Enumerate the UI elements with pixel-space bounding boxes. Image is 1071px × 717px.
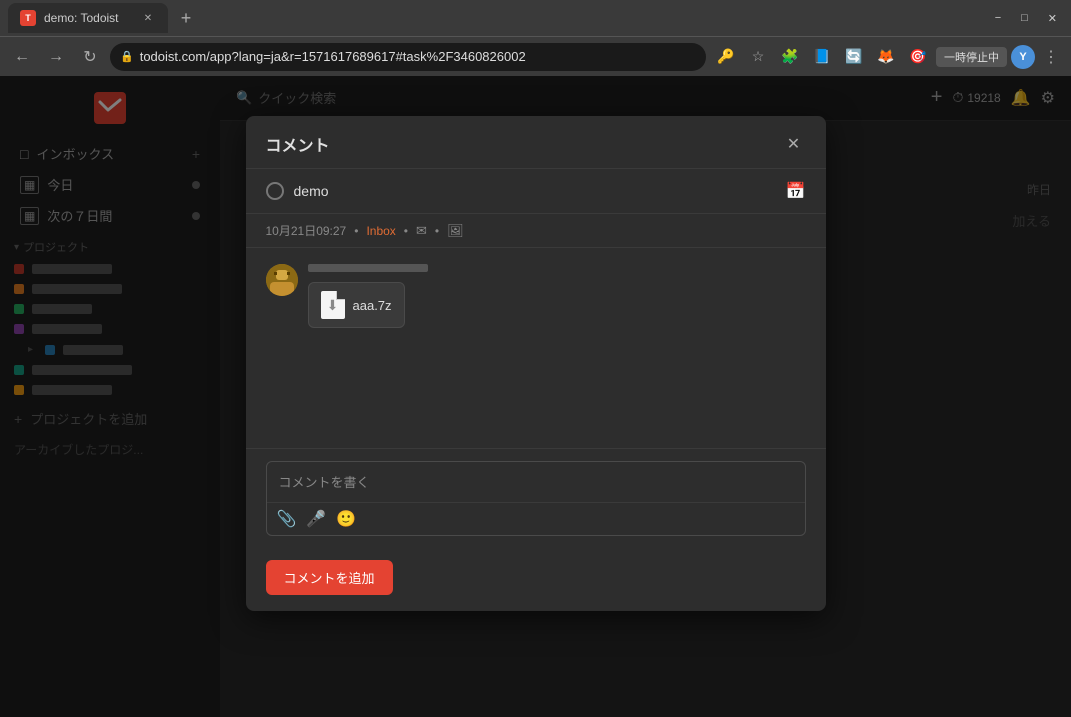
task-calendar-icon[interactable]: 📅	[786, 181, 806, 201]
lock-icon: 🔒	[120, 50, 134, 63]
file-attachment[interactable]: ⬇ aaa.7z	[308, 282, 405, 328]
meta-email-icon[interactable]: ✉	[416, 223, 427, 239]
meta-separator-1: •	[354, 224, 358, 238]
extension-icon-5[interactable]: 🎯	[904, 43, 932, 71]
window-minimize-button[interactable]: −	[989, 10, 1007, 26]
comment-input-toolbar: 📎 🎤 🙂	[267, 502, 805, 535]
modal-title: コメント	[266, 132, 330, 156]
comment-placeholder: コメントを書く	[279, 475, 370, 490]
extension-icon-4[interactable]: 🦊	[872, 43, 900, 71]
username-blur	[308, 264, 428, 272]
comment-avatar	[266, 264, 298, 296]
modal-task-section: demo 📅	[246, 169, 826, 214]
back-button[interactable]: ←	[8, 43, 36, 71]
browser-titlebar: T demo: Todoist ✕ + − □ ✕	[0, 0, 1071, 36]
extension-icon-3[interactable]: 🔄	[840, 43, 868, 71]
meta-separator-3: •	[435, 224, 439, 238]
profile-avatar[interactable]: Y	[1011, 45, 1035, 69]
comment-body: ⬇ aaa.7z	[308, 264, 806, 328]
pause-badge: 一時停止中	[936, 47, 1007, 67]
window-close-button[interactable]: ✕	[1042, 10, 1063, 27]
refresh-button[interactable]: ↻	[76, 43, 104, 71]
meta-date: 10月21日09:27	[266, 222, 347, 239]
comment-item: ⬇ aaa.7z	[266, 264, 806, 328]
forward-button[interactable]: →	[42, 43, 70, 71]
modal-meta: 10月21日09:27 • Inbox • ✉ • 🖼	[246, 214, 826, 248]
modal-close-button[interactable]: ✕	[782, 132, 806, 156]
task-name: demo	[294, 183, 776, 199]
file-name: aaa.7z	[353, 298, 392, 313]
extension-icon-2[interactable]: 📘	[808, 43, 836, 71]
key-icon[interactable]: 🔑	[712, 43, 740, 71]
tab-close-button[interactable]: ✕	[140, 10, 156, 26]
browser-chrome: T demo: Todoist ✕ + − □ ✕ ← → ↻ 🔒 todois…	[0, 0, 1071, 76]
modal-header: コメント ✕	[246, 116, 826, 169]
comment-input-box: コメントを書く 📎 🎤 🙂	[266, 461, 806, 536]
url-text: todoist.com/app?lang=ja&r=1571617689617#…	[140, 49, 526, 64]
mic-button[interactable]: 🎤	[306, 509, 326, 529]
browser-tab[interactable]: T demo: Todoist ✕	[8, 3, 168, 33]
meta-inbox-badge: Inbox	[366, 224, 395, 238]
browser-menu-button[interactable]: ⋮	[1039, 47, 1063, 67]
window-controls: − □ ✕	[989, 10, 1063, 27]
modal-footer: コメントを追加	[246, 552, 826, 611]
file-icon: ⬇	[321, 291, 345, 319]
star-icon[interactable]: ☆	[744, 43, 772, 71]
meta-separator-2: •	[404, 224, 408, 238]
task-complete-checkbox[interactable]	[266, 182, 284, 200]
window-restore-button[interactable]: □	[1015, 10, 1034, 26]
modal-overlay[interactable]: コメント ✕ demo 📅 10月21日09:27 • Inbox • ✉ • …	[0, 76, 1071, 717]
emoji-button[interactable]: 🙂	[336, 509, 356, 529]
modal-input-area: コメントを書く 📎 🎤 🙂	[246, 448, 826, 552]
avatar-image	[266, 264, 298, 296]
new-tab-button[interactable]: +	[172, 4, 200, 32]
address-bar[interactable]: 🔒 todoist.com/app?lang=ja&r=157161768961…	[110, 43, 706, 71]
browser-toolbar: ← → ↻ 🔒 todoist.com/app?lang=ja&r=157161…	[0, 36, 1071, 76]
comment-input-field[interactable]: コメントを書く	[267, 462, 805, 502]
meta-image-icon[interactable]: 🖼	[447, 223, 464, 239]
tab-title: demo: Todoist	[44, 11, 119, 25]
comment-modal: コメント ✕ demo 📅 10月21日09:27 • Inbox • ✉ • …	[246, 116, 826, 611]
submit-comment-button[interactable]: コメントを追加	[266, 560, 393, 595]
modal-comments-area: ⬇ aaa.7z	[246, 248, 826, 448]
attach-file-button[interactable]: 📎	[277, 509, 297, 529]
tab-favicon: T	[20, 10, 36, 26]
toolbar-actions: 🔑 ☆ 🧩 📘 🔄 🦊 🎯 一時停止中 Y ⋮	[712, 43, 1063, 71]
extension-icon-1[interactable]: 🧩	[776, 43, 804, 71]
